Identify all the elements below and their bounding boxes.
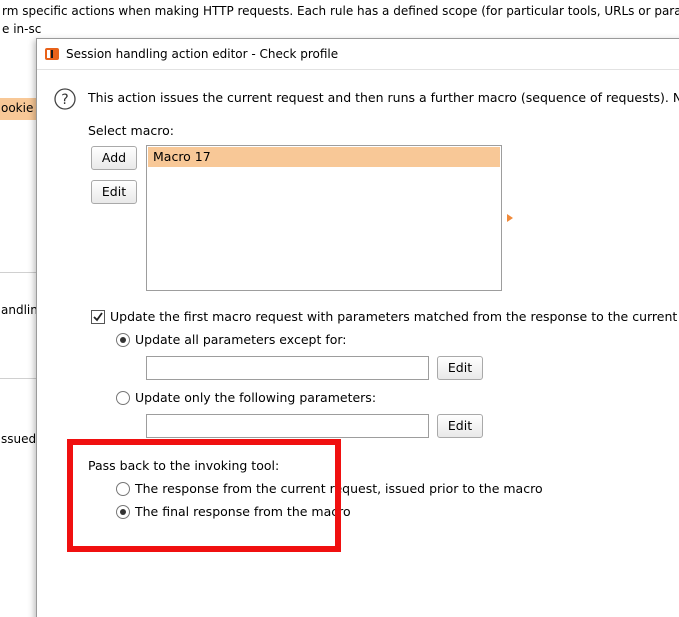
checkmark-icon <box>93 312 103 322</box>
background-window-header: rm specific actions when making HTTP req… <box>0 0 679 40</box>
dialog-title: Session handling action editor - Check p… <box>66 47 339 61</box>
update-only-parameters-label: Update only the following parameters: <box>135 390 377 405</box>
dialog-title-bar[interactable]: Session handling action editor - Check p… <box>37 39 679 70</box>
update-only-following-field[interactable] <box>146 414 429 438</box>
update-all-edit-button[interactable]: Edit <box>437 356 483 380</box>
update-all-parameters-radio[interactable] <box>116 333 130 347</box>
screenshot-root: rm specific actions when making HTTP req… <box>0 0 679 617</box>
annotation-highlight-box <box>67 439 341 552</box>
svg-text:?: ? <box>61 92 68 108</box>
background-description-line: rm specific actions when making HTTP req… <box>2 4 679 18</box>
background-rule-item[interactable]: andling <box>1 303 36 317</box>
radio-selected-dot <box>120 337 126 343</box>
update-first-macro-checkbox[interactable] <box>91 310 105 324</box>
update-only-edit-button[interactable]: Edit <box>437 414 483 438</box>
add-macro-button[interactable]: Add <box>91 146 137 170</box>
divider <box>0 378 36 379</box>
macro-list[interactable]: Macro 17 <box>146 145 502 291</box>
update-only-parameters-radio[interactable] <box>116 391 130 405</box>
select-macro-label: Select macro: <box>88 123 174 138</box>
background-rule-item[interactable]: ssued <box>1 432 36 446</box>
help-icon[interactable]: ? <box>54 88 76 110</box>
macro-list-item[interactable]: Macro 17 <box>148 147 500 167</box>
update-all-except-field[interactable] <box>146 356 429 380</box>
divider <box>0 272 36 273</box>
action-description: This action issues the current request a… <box>88 90 679 105</box>
update-first-macro-label: Update the first macro request with para… <box>110 309 679 324</box>
burp-logo-icon <box>45 48 59 60</box>
background-rules-list: ookie andling ssued <box>0 40 36 617</box>
background-rule-item[interactable]: ookie <box>1 101 33 115</box>
background-description-line-2: e in-sc <box>2 22 42 36</box>
splitter-arrow-icon[interactable] <box>507 214 513 222</box>
update-all-parameters-label: Update all parameters except for: <box>135 332 347 347</box>
edit-macro-button[interactable]: Edit <box>91 180 137 204</box>
